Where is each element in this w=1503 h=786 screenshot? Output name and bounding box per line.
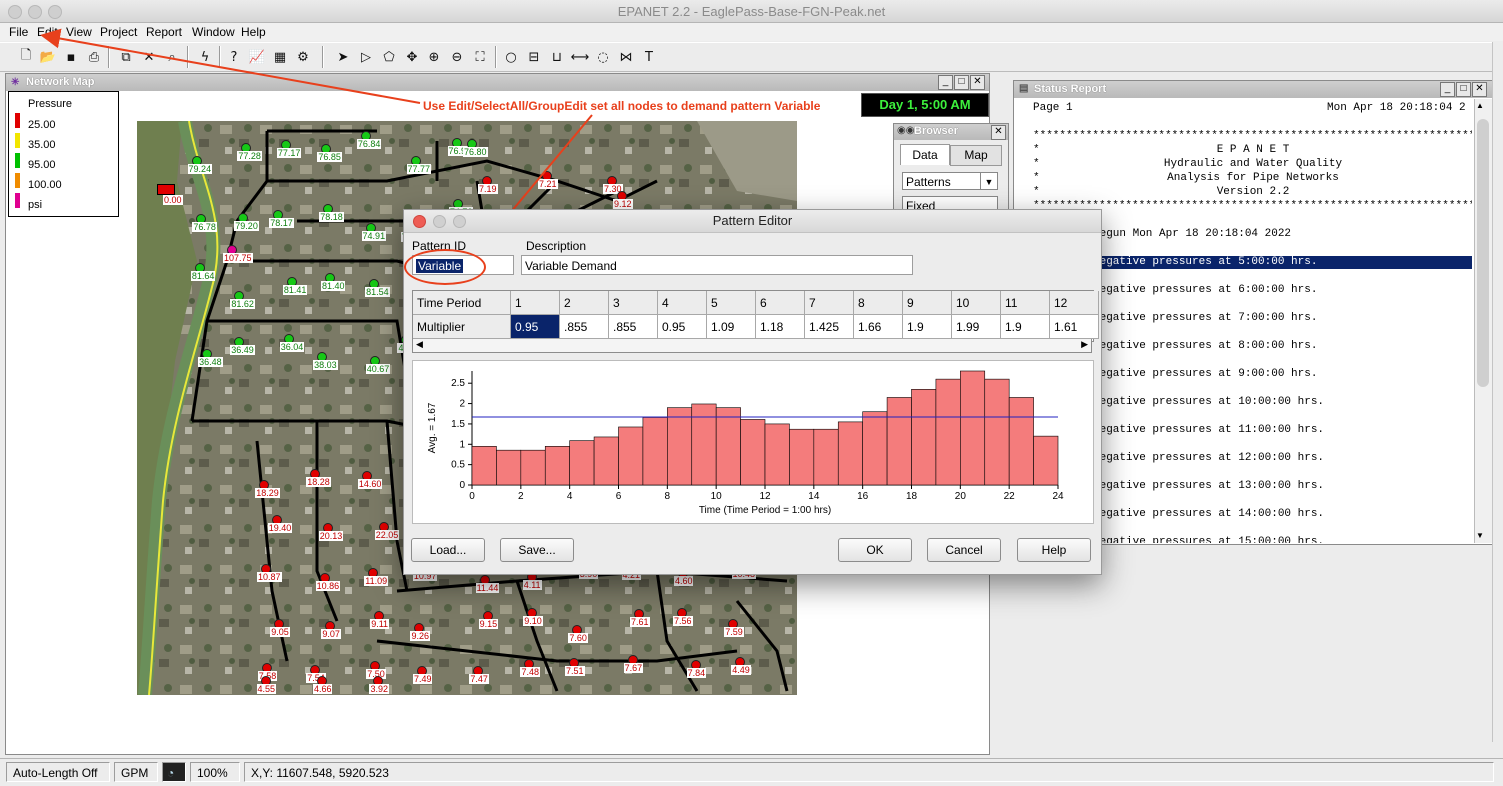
save-button[interactable]: Save... [500, 538, 574, 562]
grid-multiplier-cell[interactable]: .855 [609, 315, 658, 339]
flow-units-status: GPM [114, 762, 158, 782]
x-tick-label: 12 [759, 491, 771, 502]
grid-period-cell[interactable]: 10 [952, 291, 1001, 315]
pattern-chart: 0 2 4 6 8 10 12 14 16 18 20 22 24 0 0.5 1 1.5 2 2.5 Time (T… [412, 360, 1094, 524]
dialog-close-icon[interactable] [413, 215, 426, 228]
chart-bar [667, 407, 693, 486]
grid-period-cell[interactable]: 1 [511, 291, 560, 315]
grid-multiplier-cell[interactable]: 1.99 [952, 315, 1001, 339]
chart-bar [862, 411, 888, 486]
pattern-chart-svg: 0 2 4 6 8 10 12 14 16 18 20 22 2400.511.522.5Time (T… [427, 370, 1064, 516]
scroll-left-icon[interactable]: ◀ [416, 339, 423, 350]
chart-bar [764, 423, 790, 486]
x-tick-label: 2 [518, 491, 524, 502]
grid-multiplier-cell[interactable]: 1.425 [805, 315, 854, 339]
dialog-minimize-icon[interactable] [433, 215, 446, 228]
x-tick-label: 0 [469, 491, 475, 502]
grid-multiplier-cell[interactable]: 1.9 [1001, 315, 1050, 339]
grid-period-cell[interactable]: 9 [903, 291, 952, 315]
chart-bar [569, 440, 595, 486]
chart-bar [1033, 435, 1059, 486]
grid-header-multiplier[interactable]: Multiplier [413, 315, 511, 339]
grid-multiplier-cell[interactable]: 1.9 [903, 315, 952, 339]
y-tick-label: 1.5 [451, 419, 465, 430]
grid-multiplier-cell[interactable]: 1.18 [756, 315, 805, 339]
chart-bar [593, 436, 619, 486]
grid-period-cell[interactable]: 6 [756, 291, 805, 315]
y-tick-label: 0 [459, 480, 465, 491]
chart-bar [642, 417, 668, 486]
grid-scrollbar[interactable]: ◀ ▶ [412, 339, 1092, 353]
chart-bar [960, 370, 986, 486]
x-tick-label: 6 [616, 491, 622, 502]
zoom-status: 100% [190, 762, 240, 782]
y-tick-label: 0.5 [451, 460, 465, 471]
pattern-editor-dialog: Pattern Editor Pattern ID Description Va… [403, 209, 1102, 575]
coordinates-status: X,Y: 11607.548, 5920.523 [244, 762, 1494, 782]
annotation-text: Use Edit/SelectAll/GroupEdit set all nod… [423, 99, 821, 113]
x-tick-label: 18 [906, 491, 918, 502]
chart-bar [984, 378, 1010, 486]
x-tick-label: 14 [808, 491, 820, 502]
chart-bar [911, 389, 937, 486]
x-tick-label: 4 [567, 491, 573, 502]
load-button[interactable]: Load... [411, 538, 485, 562]
chart-bar [837, 421, 863, 486]
x-tick-label: 22 [1004, 491, 1016, 502]
chart-bar [813, 428, 839, 486]
grid-multiplier-cell[interactable]: 1.66 [854, 315, 903, 339]
grid-period-cell[interactable]: 3 [609, 291, 658, 315]
cancel-button[interactable]: Cancel [927, 538, 1001, 562]
scroll-right-icon[interactable]: ▶ [1081, 339, 1088, 350]
chart-bar [544, 446, 570, 486]
ok-button[interactable]: OK [838, 538, 912, 562]
grid-multiplier-cell[interactable]: 1.61 [1050, 315, 1099, 339]
x-tick-label: 8 [665, 491, 671, 502]
chart-bar [886, 397, 912, 486]
chart-bar [715, 407, 741, 486]
grid-header-time-period[interactable]: Time Period [413, 291, 511, 315]
x-tick-label: 16 [857, 491, 869, 502]
x-tick-label: 20 [955, 491, 967, 502]
grid-multiplier-cell[interactable]: .855 [560, 315, 609, 339]
status-bar: Auto-Length Off GPM ◔ 100% X,Y: 11607.54… [0, 758, 1503, 786]
pattern-editor-titlebar: Pattern Editor [404, 210, 1101, 233]
description-input[interactable]: Variable Demand [521, 255, 913, 275]
chart-bar [740, 419, 766, 486]
chart-bar [520, 449, 546, 486]
chart-bar [618, 426, 644, 486]
chart-bar [789, 428, 815, 486]
auto-length-status[interactable]: Auto-Length Off [6, 762, 110, 782]
grid-period-cell[interactable]: 5 [707, 291, 756, 315]
description-label: Description [526, 239, 587, 253]
chart-bar [1008, 397, 1034, 486]
grid-period-cell[interactable]: 11 [1001, 291, 1050, 315]
run-status-icon: ◔ [162, 762, 186, 782]
grid-period-cell[interactable]: 2 [560, 291, 609, 315]
grid-multiplier-cell[interactable]: 0.95 [658, 315, 707, 339]
y-tick-label: 2 [459, 399, 465, 410]
grid-period-cell[interactable]: 7 [805, 291, 854, 315]
chart-bar [496, 449, 522, 486]
chart-bar [935, 378, 961, 486]
y-tick-label: 2.5 [451, 378, 465, 389]
y-tick-label: 1 [459, 439, 465, 450]
pattern-editor-title: Pattern Editor [712, 213, 793, 228]
y-axis-label: Avg. = 1.67 [427, 402, 438, 453]
grid-multiplier-cell[interactable]: 1.09 [707, 315, 756, 339]
grid-period-cell[interactable]: 8 [854, 291, 903, 315]
x-tick-label: 24 [1052, 491, 1064, 502]
dialog-zoom-icon[interactable] [453, 215, 466, 228]
chart-bar [691, 403, 717, 486]
chart-bar [471, 446, 497, 486]
grid-period-cell[interactable]: 12 [1050, 291, 1099, 315]
x-axis-label: Time (Time Period = 1:00 hrs) [699, 505, 831, 516]
grid-period-cell[interactable]: 4 [658, 291, 707, 315]
pattern-grid[interactable]: Time Period Multiplier 1 0.95 2.855 3.855 4 0.9… [412, 290, 1099, 342]
help-button[interactable]: Help [1017, 538, 1091, 562]
annotation-circle [404, 249, 486, 285]
grid-multiplier-cell[interactable]: 0.95 [511, 315, 560, 339]
x-tick-label: 10 [711, 491, 723, 502]
